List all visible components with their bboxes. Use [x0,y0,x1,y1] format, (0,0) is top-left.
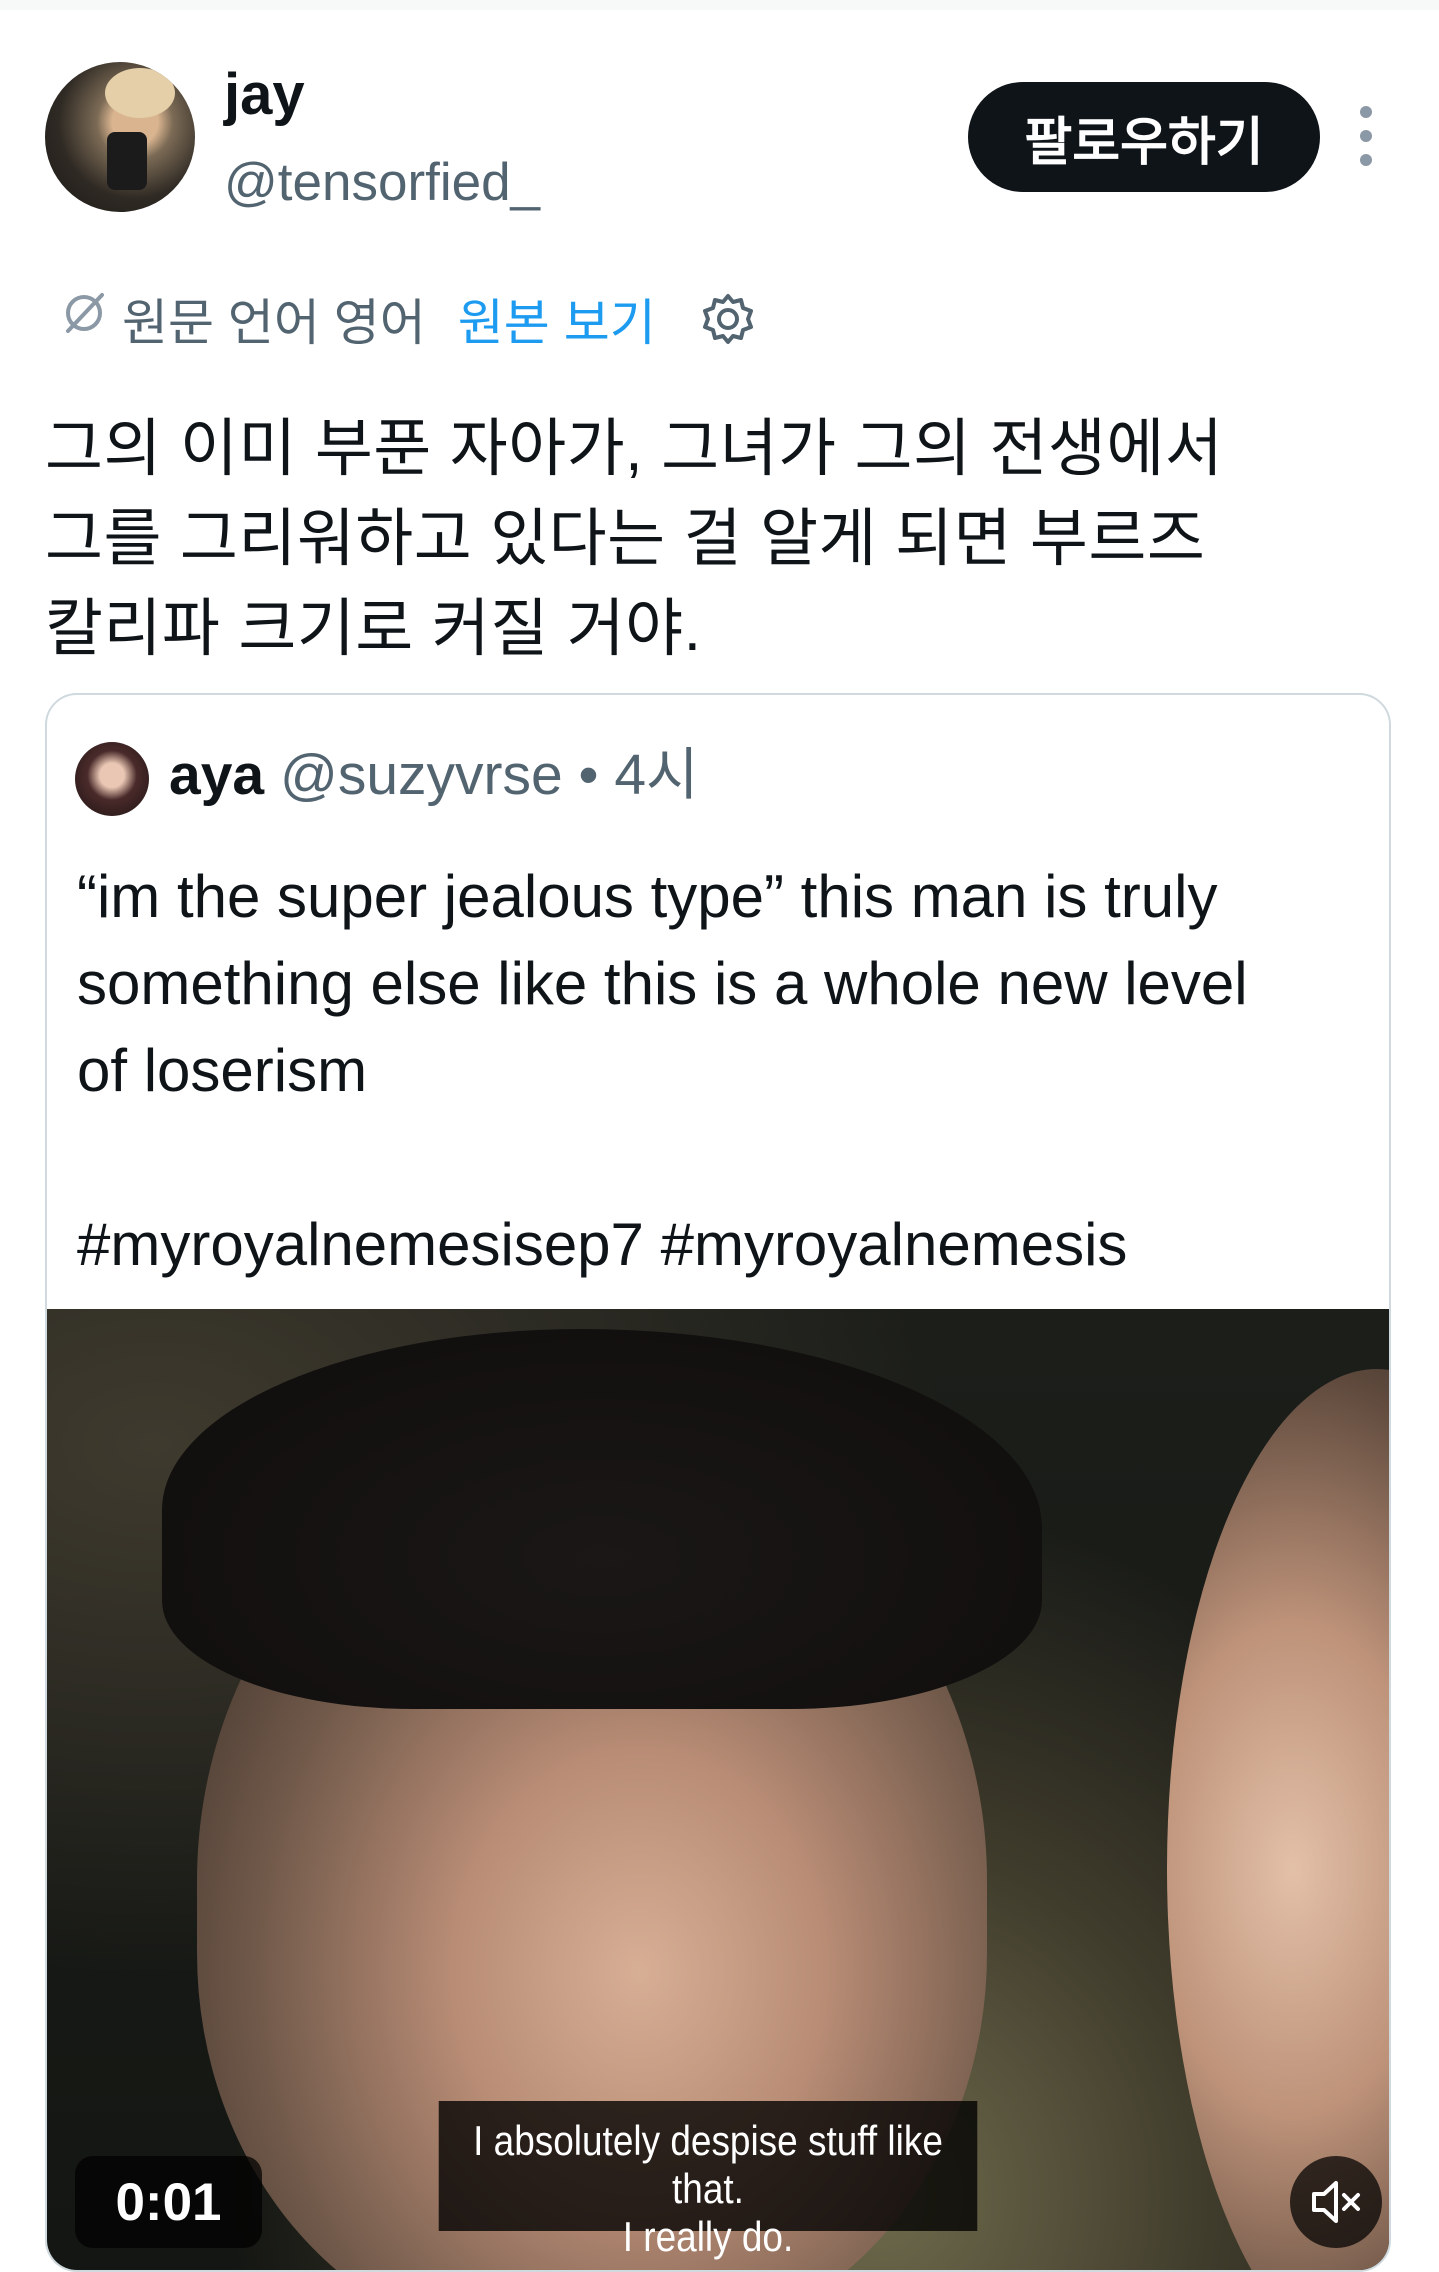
author-name[interactable]: jay [224,60,305,130]
tweet-text: 그의 이미 부푼 자아가, 그녀가 그의 전생에서 그를 그리워하고 있다는 걸… [45,414,1224,664]
quoted-author-avatar[interactable] [75,742,149,816]
translation-bar: 원문 언어 영어 원본 보기 [60,284,756,354]
follow-button[interactable]: 팔로우하기 [968,82,1320,192]
quoted-text: “im the super jealous type” this man is … [77,863,1248,1278]
video-player[interactable]: I absolutely despise stuff like that. I … [47,1309,1389,2270]
quoted-author-handle[interactable]: @suzyvrse [280,743,563,807]
subtitle-line-2: I really do. [622,2213,794,2260]
gear-icon[interactable] [700,291,756,347]
translate-icon [60,289,108,349]
quoted-timestamp[interactable]: 4시 [614,743,698,807]
source-language-label: 원문 언어 영어 [122,295,426,351]
author-avatar[interactable] [45,62,195,212]
quoted-author-name[interactable]: aya [169,743,264,807]
quoted-tweet[interactable]: aya @suzyvrse • 4시 “im the super jealous… [45,693,1391,2272]
mute-button[interactable] [1290,2156,1382,2248]
subtitle-line-1: I absolutely despise stuff like that. [473,2117,943,2212]
video-frame-person-right [1167,1369,1389,2270]
more-icon [1360,106,1372,118]
video-frame-hair [162,1329,1042,1709]
mute-icon [1312,2181,1360,2223]
author-handle[interactable]: @tensorfied_ [224,150,540,216]
top-divider [0,0,1439,10]
show-original-link[interactable]: 원본 보기 [458,283,656,355]
more-options-button[interactable] [1346,106,1386,166]
header-separator: • [578,743,599,807]
video-timestamp: 0:01 [75,2156,262,2248]
video-subtitle: I absolutely despise stuff like that. I … [438,2101,978,2260]
quoted-header: aya @suzyvrse • 4시 [169,735,699,815]
